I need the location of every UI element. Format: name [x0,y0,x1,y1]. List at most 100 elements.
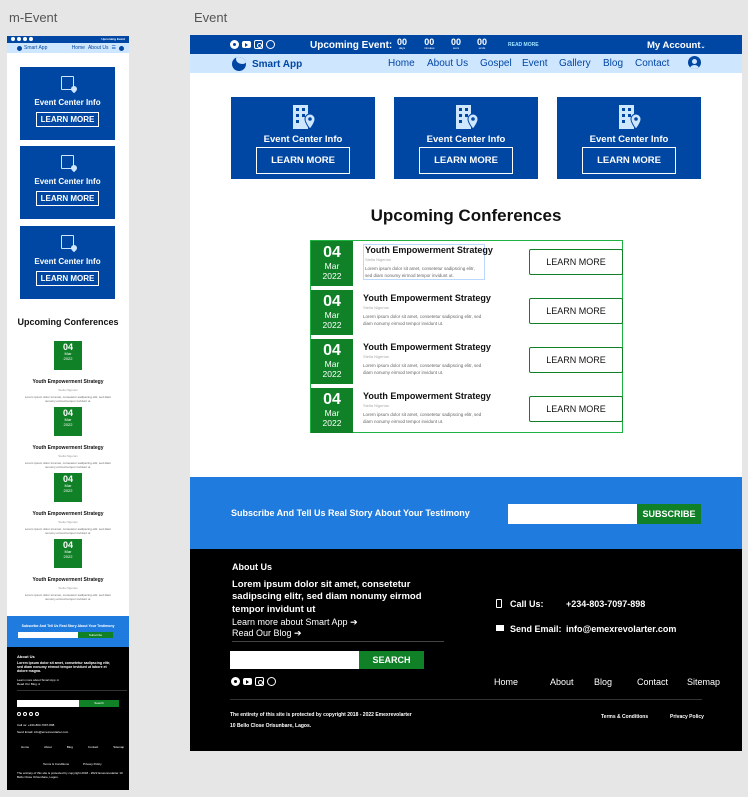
learn-more-button[interactable]: LEARN MORE [256,147,350,174]
conference-learn-more-button[interactable]: LEARN MORE [529,396,623,422]
mobile-footer-nav-item[interactable]: Blog [67,745,73,749]
mobile-upcoming-label[interactable]: Upcoming Event [101,37,125,41]
whatsapp-icon[interactable] [29,37,33,41]
read-more-link[interactable]: READ MORE [508,42,539,48]
conference-title: Youth Empowerment Strategy [365,245,493,255]
mobile-nav-home[interactable]: Home [72,45,85,51]
conference-title: Youth Empowerment Strategy [363,342,491,352]
user-account-icon[interactable] [688,56,701,69]
mobile-nav-about[interactable]: About Us [88,45,109,51]
footer-search-button[interactable]: SEARCH [359,651,424,669]
learn-more-button[interactable]: LEARN MORE [582,147,676,174]
desktop-artboard[interactable]: Upcoming Event: 00 days 00 minutes 00 secs … [190,35,742,751]
mobile-subscribe-text: Subscribe And Tell Us Real Story About Y… [21,624,115,628]
mobile-footer-nav-item[interactable]: Home [21,745,29,749]
whatsapp-icon[interactable] [266,40,275,49]
event-center-card: Event Center Info LEARN MORE [557,97,701,179]
subscribe-button[interactable]: SUBSCRIBE [637,504,701,524]
privacy-link[interactable]: Privacy Policy [670,714,704,720]
building-location-icon [61,155,74,169]
nav-item-contact[interactable]: Contact [635,58,669,69]
my-account-dropdown[interactable]: My Account⌄ [647,40,706,51]
mobile-conference-item[interactable]: 04 Mar 2022 Youth Empowerment Strategy Ste… [7,539,129,601]
instagram-icon[interactable] [23,37,27,41]
footer-nav-home[interactable]: Home [494,677,550,687]
facebook-icon[interactable] [11,37,15,41]
footer-nav-contact[interactable]: Contact [637,677,673,687]
user-icon[interactable] [119,45,124,51]
conference-learn-more-button[interactable]: LEARN MORE [529,347,623,373]
mobile-event-card-title: Event Center Info [34,98,101,107]
mobile-footer-nav-item[interactable]: Sitemap [113,745,124,749]
mobile-subscribe-button[interactable]: Subscribe [78,632,113,638]
mobile-footer-nav-item[interactable]: Contact [88,745,98,749]
instagram-icon[interactable] [254,40,263,49]
conference-item: 04 Mar 2022 Youth Empowerment Strategy Ste… [311,290,623,335]
youtube-icon[interactable] [17,37,21,41]
mobile-footer-search-button[interactable]: Search [79,700,119,707]
phone-number[interactable]: +234-803-7097-898 [566,599,645,609]
mobile-artboard[interactable]: Upcoming Event Smart App Home About Us ☰… [7,36,129,790]
footer-search-input[interactable] [230,651,359,669]
instagram-icon[interactable] [255,677,264,686]
mobile-subscribe-input[interactable] [18,632,78,638]
subscribe-email-input[interactable] [508,504,637,524]
nav-item-gallery[interactable]: Gallery [559,58,603,69]
mobile-conference-title: Youth Empowerment Strategy [32,511,104,517]
mobile-learn-more-button[interactable]: LEARN MORE [35,112,100,127]
conferences-heading: Upcoming Conferences [370,206,562,225]
conference-subtitle: Stella Nigerian [363,354,390,359]
footer-about-heading: About Us [232,562,272,572]
learn-more-button[interactable]: LEARN MORE [419,147,513,174]
event-card-title: Event Center Info [426,134,506,145]
footer-nav-blog[interactable]: Blog [594,677,637,687]
mobile-terms-link[interactable]: Terms & Conditions [43,762,69,766]
conference-learn-more-button[interactable]: LEARN MORE [529,249,623,275]
whatsapp-icon[interactable] [35,712,39,716]
mobile-conference-item[interactable]: 04 Mar 2022 Youth Empowerment Strategy Ste… [7,473,129,535]
mobile-footer-link-blog[interactable]: Read Our Blog ➔ [17,682,40,686]
mobile-footer-search-input[interactable] [17,700,79,707]
date-day: 04 [323,342,341,359]
whatsapp-icon[interactable] [267,677,276,686]
date-year: 2022 [63,421,73,427]
mobile-date-badge: 04 Mar 2022 [54,473,82,502]
nav-item-blog[interactable]: Blog [603,58,635,69]
mobile-learn-more-button[interactable]: LEARN MORE [35,271,100,286]
facebook-icon[interactable] [230,40,239,49]
youtube-icon[interactable] [243,678,252,685]
mobile-conference-item[interactable]: 04 Mar 2022 Youth Empowerment Strategy Ste… [7,407,129,469]
nav-item-gospel[interactable]: Gospel [480,58,522,69]
date-year: 2022 [63,553,73,559]
hamburger-menu-icon[interactable]: ☰ [112,45,116,51]
footer-nav-about[interactable]: About [550,677,594,687]
facebook-icon[interactable] [231,677,240,686]
building-location-icon [61,76,74,90]
nav-item-home[interactable]: Home [388,58,427,69]
mobile-conference-item[interactable]: 04 Mar 2022 Youth Empowerment Strategy Ste… [7,341,129,403]
conference-learn-more-button[interactable]: LEARN MORE [529,298,623,324]
mobile-privacy-link[interactable]: Privacy Policy [83,762,102,766]
logo-icon [232,57,246,71]
footer-blog-link[interactable]: Read Our Blog ➔ [232,628,302,639]
conference-info: Youth Empowerment Strategy Stella Nigeri… [363,293,491,327]
facebook-icon[interactable] [17,712,21,716]
footer-nav-sitemap[interactable]: Sitemap [687,677,720,687]
youtube-icon[interactable] [23,712,27,716]
mobile-copyright: The entirety of this site is protected b… [17,771,123,779]
nav-item-event[interactable]: Event [522,58,559,69]
mobile-footer-nav: Home About Blog Contact Sitemap [21,745,124,749]
youtube-icon[interactable] [242,41,251,48]
mobile-learn-more-button[interactable]: LEARN MORE [35,191,100,206]
terms-link[interactable]: Terms & Conditions [601,714,648,720]
instagram-icon[interactable] [29,712,33,716]
conference-info: Youth Empowerment Strategy Stella Nigeri… [363,342,491,376]
conference-subtitle: Stella Nigerian [363,305,390,310]
mobile-footer-nav-item[interactable]: About [44,745,52,749]
nav-item-about-us[interactable]: About Us [427,58,480,69]
mobile-brand[interactable]: Smart App [17,45,47,51]
footer-learn-more-link[interactable]: Learn more about Smart App ➔ [232,617,358,628]
brand-logo[interactable]: Smart App [232,57,302,71]
conference-description: Lorem ipsum dolor sit amet, consetetur s… [363,412,482,424]
email-address[interactable]: info@emexrevolarter.com [566,624,676,634]
